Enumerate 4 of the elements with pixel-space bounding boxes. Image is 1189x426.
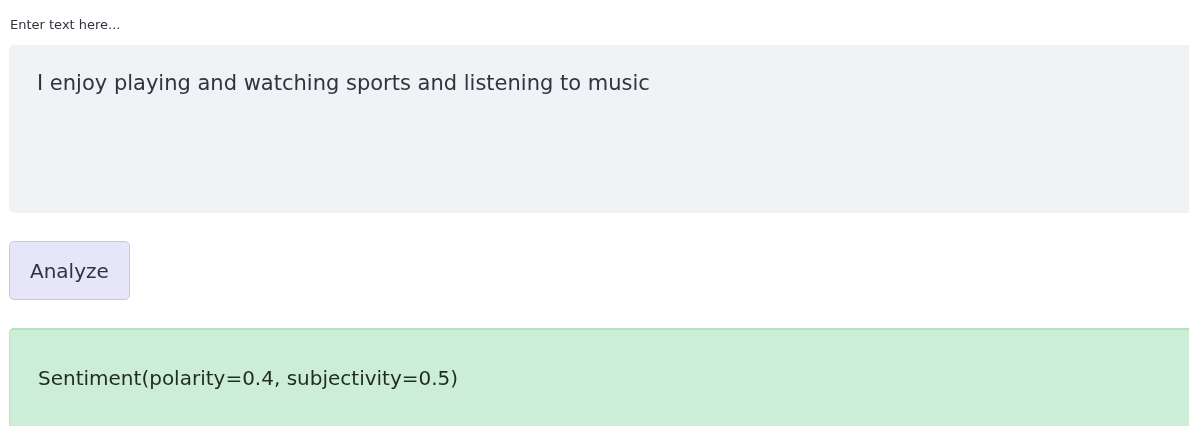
text-input[interactable]: I enjoy playing and watching sports and listening to music [9,45,1189,213]
analyze-button[interactable]: Analyze [9,241,130,300]
result-message: Sentiment(polarity=0.4, subjectivity=0.5) [9,328,1189,426]
field-label: Enter text here... [10,17,121,32]
